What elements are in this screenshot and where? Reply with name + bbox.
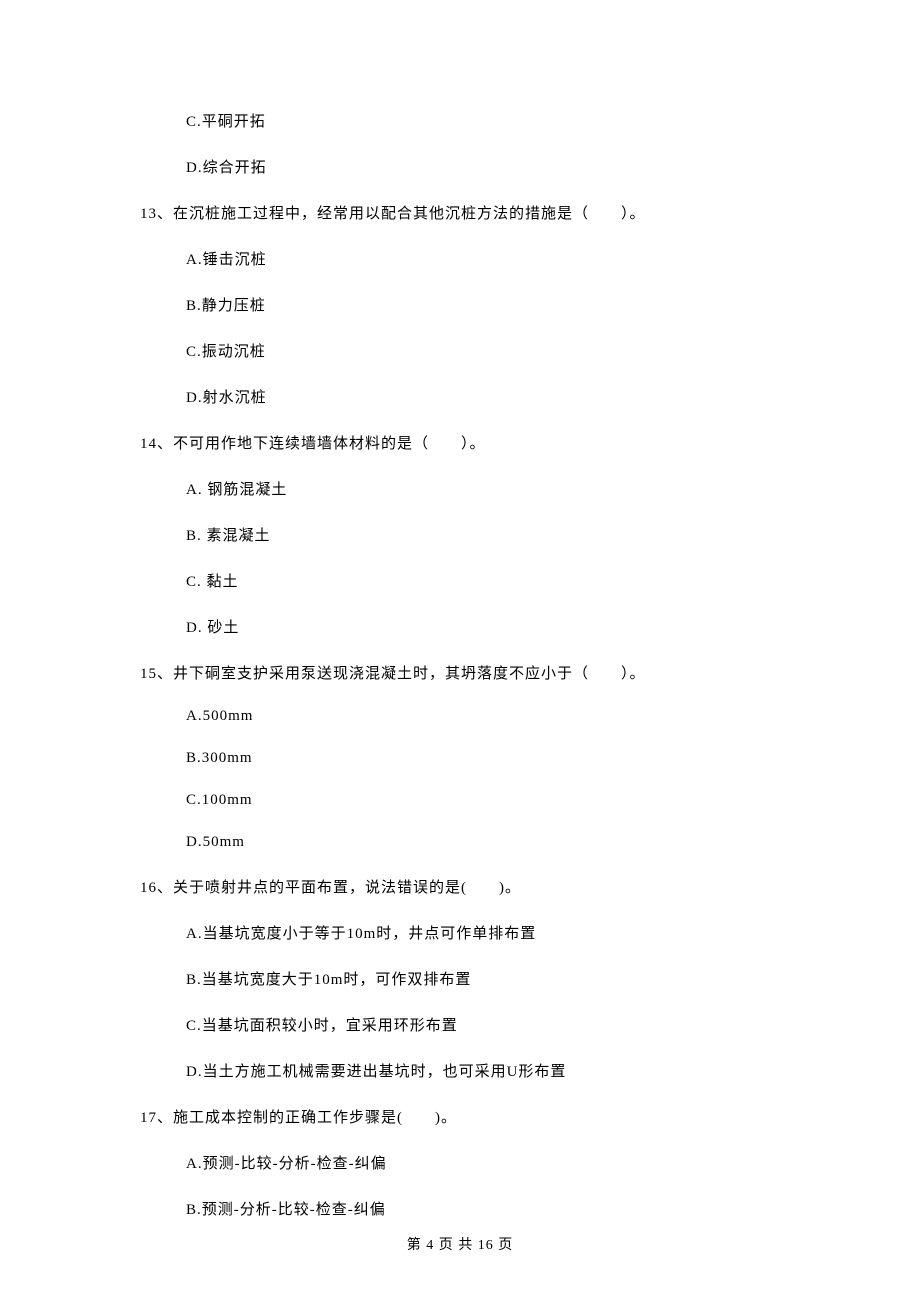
question-stem: 13、在沉桩施工过程中，经常用以配合其他沉桩方法的措施是（ ）。 [140, 202, 780, 223]
option-item: C.振动沉桩 [186, 340, 780, 361]
option-item: A.预测-比较-分析-检查-纠偏 [186, 1152, 780, 1173]
question-stem: 15、井下硐室支护采用泵送现浇混凝土时，其坍落度不应小于（ ）。 [140, 662, 780, 683]
option-item: D.50mm [186, 834, 780, 851]
page-footer: 第 4 页 共 16 页 [0, 1234, 920, 1254]
option-item: B.300mm [186, 750, 780, 767]
page-content: C.平硐开拓 D.综合开拓 13、在沉桩施工过程中，经常用以配合其他沉桩方法的措… [0, 0, 920, 1219]
question-stem: 14、不可用作地下连续墙墙体材料的是（ ）。 [140, 432, 780, 453]
question-stem: 16、关于喷射井点的平面布置，说法错误的是( )。 [140, 876, 780, 897]
option-item: C.当基坑面积较小时，宜采用环形布置 [186, 1014, 780, 1035]
option-item: A.当基坑宽度小于等于10m时，井点可作单排布置 [186, 922, 780, 943]
option-item: C.100mm [186, 792, 780, 809]
question-stem: 17、施工成本控制的正确工作步骤是( )。 [140, 1106, 780, 1127]
option-item: A.500mm [186, 708, 780, 725]
option-item: B.当基坑宽度大于10m时，可作双排布置 [186, 968, 780, 989]
option-item: B.预测-分析-比较-检查-纠偏 [186, 1198, 780, 1219]
option-item: D.综合开拓 [186, 156, 780, 177]
option-item: D.当土方施工机械需要进出基坑时，也可采用U形布置 [186, 1060, 780, 1081]
option-item: B.静力压桩 [186, 294, 780, 315]
option-item: D.射水沉桩 [186, 386, 780, 407]
option-item: B. 素混凝土 [186, 524, 780, 545]
option-item: C. 黏土 [186, 570, 780, 591]
option-item: A.锤击沉桩 [186, 248, 780, 269]
option-item: D. 砂土 [186, 616, 780, 637]
option-item: A. 钢筋混凝土 [186, 478, 780, 499]
option-item: C.平硐开拓 [186, 110, 780, 131]
